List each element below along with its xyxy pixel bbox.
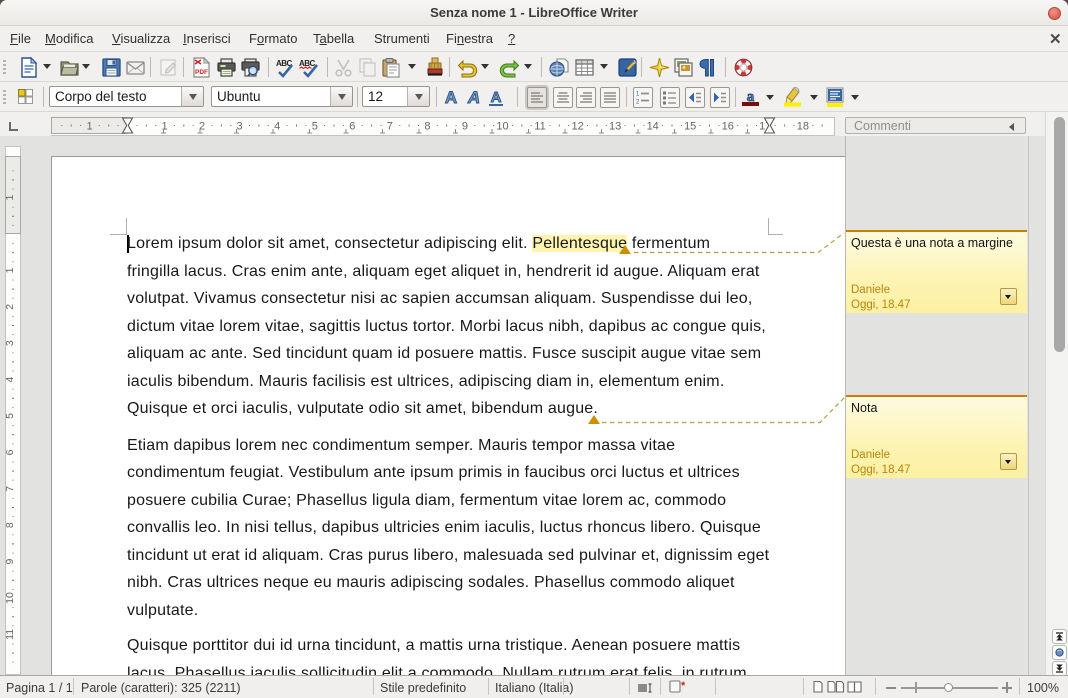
svg-text:PDF: PDF [195,69,208,76]
svg-text:A: A [467,88,480,107]
svg-text:*: * [681,680,685,692]
svg-text:1: 1 [636,92,640,98]
svg-text:A: A [445,88,457,107]
svg-text:A: A [491,89,502,106]
svg-text:2: 2 [636,100,640,106]
